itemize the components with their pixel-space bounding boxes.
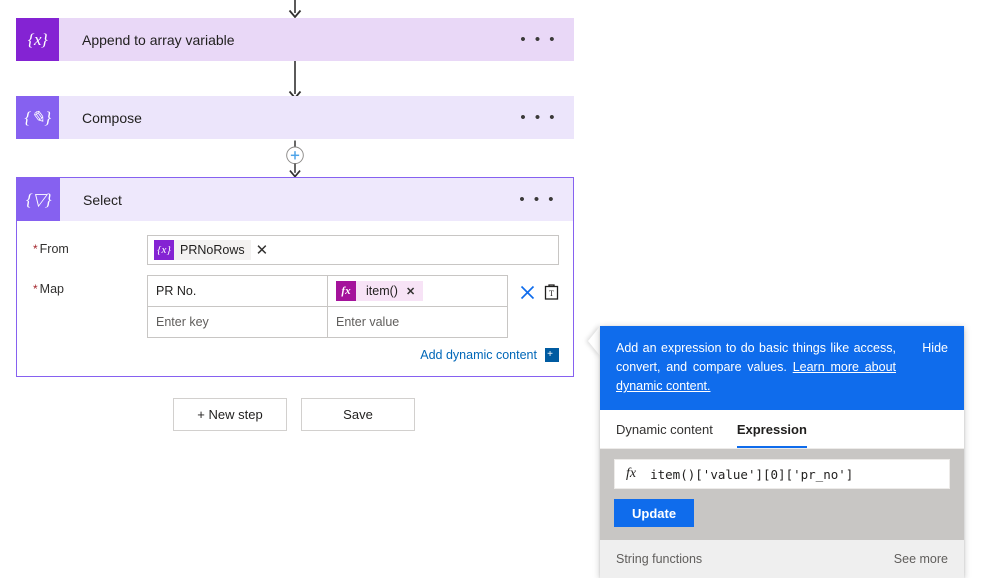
update-button[interactable]: Update — [614, 499, 695, 527]
expression-value: item()['value'][0]['pr_no'] — [650, 466, 854, 482]
step-title: Append to array variable — [82, 31, 235, 48]
step-card-compose[interactable]: {✎} Compose • • • — [16, 96, 574, 139]
from-label: * From — [17, 235, 147, 256]
token-label-wrap: item() ✕ — [356, 281, 424, 301]
function-category-row: String functions See more — [600, 540, 964, 578]
remove-token-icon[interactable]: ✕ — [406, 285, 415, 298]
insert-step-plus-icon[interactable] — [283, 139, 307, 179]
clipboard-text-icon[interactable]: T — [544, 284, 559, 300]
step-menu-ellipsis-icon[interactable]: • • • — [519, 178, 573, 221]
new-step-button[interactable]: + New step — [173, 398, 287, 431]
remove-token-icon[interactable]: ✕ — [256, 243, 269, 258]
add-dynamic-content-badge-icon[interactable]: + — [543, 348, 559, 362]
token-label: PRNoRows — [174, 240, 251, 260]
token-item-expression[interactable]: fx item() ✕ — [336, 281, 424, 301]
step-header[interactable]: {▽} Select • • • — [17, 178, 573, 221]
select-filter-braces-icon: {▽} — [17, 178, 60, 221]
token-prnorows[interactable]: {x} PRNoRows — [154, 240, 251, 260]
from-input[interactable]: {x} PRNoRows ✕ — [147, 235, 559, 265]
hide-banner-link[interactable]: Hide — [922, 339, 948, 358]
see-more-link[interactable]: See more — [894, 552, 948, 566]
tab-dynamic-content[interactable]: Dynamic content — [616, 422, 713, 448]
token-label: item() — [366, 284, 398, 298]
required-marker: * — [33, 242, 38, 256]
panel-tab-list: Dynamic content Expression — [600, 410, 964, 449]
banner-text: Add an expression to do basic things lik… — [616, 339, 896, 396]
step-header[interactable]: {✎} Compose • • • — [16, 96, 574, 139]
function-category-label: String functions — [616, 552, 703, 566]
expression-input[interactable]: fx item()['value'][0]['pr_no'] — [614, 459, 950, 489]
select-card-body: * From {x} PRNoRows ✕ * Map PR No. fx it… — [17, 221, 573, 376]
delete-row-icon[interactable] — [520, 285, 535, 300]
table-row[interactable]: Enter key Enter value — [147, 306, 508, 338]
add-dynamic-content-link[interactable]: Add dynamic content — [420, 348, 537, 362]
param-row-map: * Map PR No. fx item() ✕ Enter key Enter… — [17, 275, 559, 338]
variable-braces-x-icon: {x} — [16, 18, 59, 61]
step-header[interactable]: {x} Append to array variable • • • — [16, 18, 574, 61]
map-value-input-0[interactable]: fx item() ✕ — [327, 275, 508, 307]
tab-expression[interactable]: Expression — [736, 422, 807, 448]
step-title: Select — [83, 191, 122, 208]
expression-fx-icon: fx — [336, 281, 356, 301]
map-row-actions: T — [508, 275, 559, 305]
step-title: Compose — [82, 109, 142, 126]
connector-arrow-append-to-compose — [283, 61, 307, 99]
step-card-append-to-array-variable[interactable]: {x} Append to array variable • • • — [16, 18, 574, 61]
expression-editor-area: fx item()['value'][0]['pr_no'] Update — [600, 449, 964, 540]
param-row-from: * From {x} PRNoRows ✕ — [17, 235, 559, 265]
map-table: PR No. fx item() ✕ Enter key Enter value — [147, 275, 508, 338]
connector-arrow-top — [283, 0, 307, 18]
map-key-input-0[interactable]: PR No. — [147, 275, 328, 307]
step-menu-ellipsis-icon[interactable]: • • • — [520, 96, 574, 139]
map-label: * Map — [17, 275, 147, 296]
step-menu-ellipsis-icon[interactable]: • • • — [520, 18, 574, 61]
expression-fx-icon: fx — [626, 466, 637, 481]
compose-pencil-braces-icon: {✎} — [16, 96, 59, 139]
add-dynamic-content-row: Add dynamic content + — [17, 348, 559, 362]
table-row[interactable]: PR No. fx item() ✕ — [147, 275, 508, 307]
flow-designer-canvas: {x} Append to array variable • • • {✎} C… — [0, 0, 590, 566]
from-label-text: From — [39, 242, 69, 256]
panel-info-banner: Hide Add an expression to do basic thing… — [600, 326, 964, 410]
expression-panel: Hide Add an expression to do basic thing… — [600, 326, 964, 578]
flow-bottom-actions: + New step Save — [173, 398, 415, 431]
map-grid: PR No. fx item() ✕ Enter key Enter value… — [147, 275, 559, 338]
variable-braces-x-icon: {x} — [154, 240, 174, 260]
map-key-input-1[interactable]: Enter key — [147, 306, 328, 338]
map-value-input-1[interactable]: Enter value — [327, 306, 508, 338]
required-marker: * — [33, 282, 38, 296]
save-button[interactable]: Save — [301, 398, 415, 431]
step-card-select[interactable]: {▽} Select • • • * From {x} PRNoRows ✕ *… — [16, 177, 574, 377]
svg-text:T: T — [549, 289, 554, 298]
map-label-text: Map — [39, 282, 64, 296]
